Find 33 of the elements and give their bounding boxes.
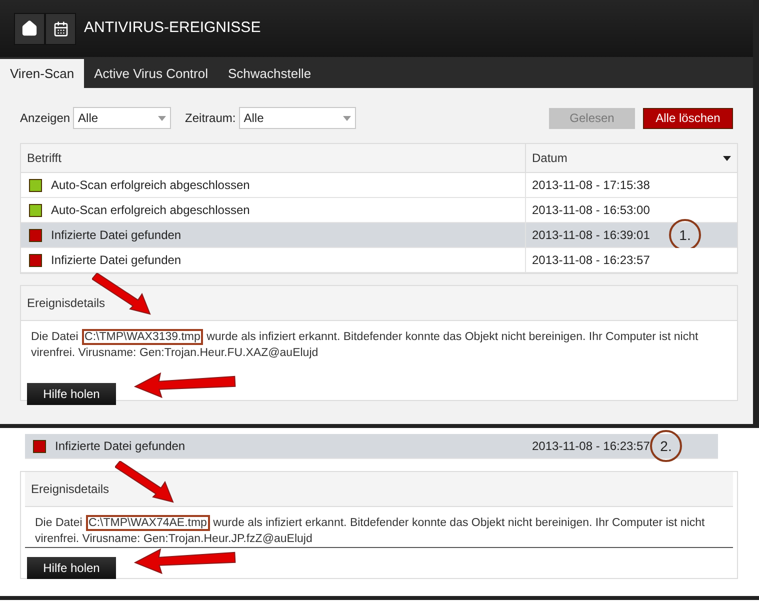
tab[interactable]: Viren-Scan bbox=[0, 59, 84, 88]
event-subject: Infizierte Datei gefunden bbox=[51, 227, 182, 244]
filter-label: Zeitraum: bbox=[185, 110, 236, 127]
filter-dropdown[interactable]: Alle bbox=[73, 107, 172, 129]
tab[interactable]: Active Virus Control bbox=[84, 59, 218, 88]
panel-header: Ereignisdetails bbox=[25, 472, 733, 507]
column-header[interactable]: Datum bbox=[525, 144, 737, 172]
action-button[interactable]: Alle löschen bbox=[643, 108, 733, 128]
file-path-highlight: C:\TMP\WAX74AE.tmp bbox=[86, 515, 210, 531]
filter-label: Anzeigen bbox=[20, 110, 70, 127]
file-path-highlight: C:\TMP\WAX3139.tmp bbox=[82, 329, 204, 345]
event-subject: Auto-Scan erfolgreich abgeschlossen bbox=[51, 177, 250, 194]
window-title: ANTIVIRUS-EREIGNISSE bbox=[84, 18, 261, 38]
help-button[interactable]: Hilfe holen bbox=[27, 383, 116, 405]
event-description: Die Datei C:\TMP\WAX3139.tmp wurde als infiziert erkannt. Bitdefender konnte das Objekt nicht bereinigen. Ihr Computer ist nicht virenfrei. Virusname: Gen:Trojan.Heur.FU.XAZ@auElujd bbox=[30, 328, 700, 361]
filter-dropdown[interactable]: Alle bbox=[238, 107, 356, 129]
event-date: 2013-11-08 - 16:23:57 bbox=[532, 252, 650, 269]
event-row[interactable]: Infizierte Datei gefunden 2013-11-08 - 16:23:57 bbox=[21, 248, 737, 273]
event-date: 2013-11-08 - 16:53:00 bbox=[532, 202, 650, 219]
event-date: 2013-11-08 - 17:15:38 bbox=[532, 177, 650, 194]
event-subject: Auto-Scan erfolgreich abgeschlossen bbox=[51, 202, 250, 219]
column-header: Betrifft bbox=[26, 150, 62, 167]
help-button[interactable]: Hilfe holen bbox=[27, 557, 116, 579]
tab[interactable]: Schwachstelle bbox=[218, 59, 322, 88]
event-row[interactable]: Auto-Scan erfolgreich abgeschlossen 2013-11-08 - 16:53:00 bbox=[21, 198, 737, 223]
event-subject: Infizierte Datei gefunden bbox=[55, 438, 186, 455]
callout-number: 2. bbox=[650, 430, 682, 462]
event-date: 2013-11-08 - 16:23:57 bbox=[532, 438, 650, 455]
event-row[interactable]: Auto-Scan erfolgreich abgeschlossen 2013-11-08 - 17:15:38 bbox=[21, 173, 737, 198]
event-date: 2013-11-08 - 16:39:01 bbox=[532, 227, 650, 244]
event-subject: Infizierte Datei gefunden bbox=[51, 252, 182, 269]
panel-header: Ereignisdetails bbox=[21, 286, 737, 321]
event-description: Die Datei C:\TMP\WAX74AE.tmp wurde als infiziert erkannt. Bitdefender konnte das Objekt nicht bereinigen. Ihr Computer ist nicht virenfrei. Virusname: Gen:Trojan.Heur.JP.fzZ@auElujd bbox=[34, 514, 706, 547]
